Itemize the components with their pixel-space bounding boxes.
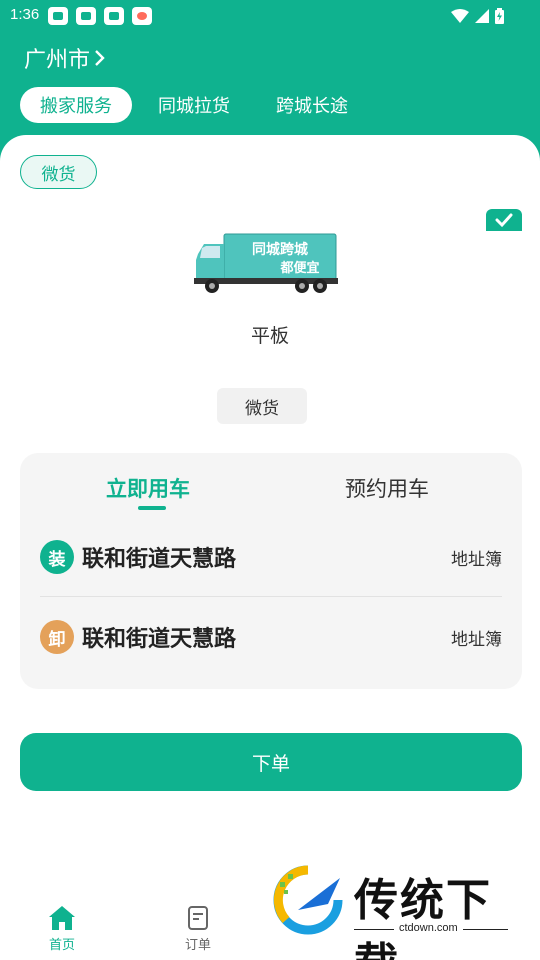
wifi-icon bbox=[451, 9, 469, 23]
truck-banner-line1: 同城跨城 bbox=[252, 241, 308, 258]
selected-check-badge bbox=[486, 209, 522, 231]
unload-address-book-link[interactable]: 地址簿 bbox=[451, 625, 502, 650]
unload-badge: 卸 bbox=[40, 620, 74, 654]
truck-icon: 同城跨城 都便宜 bbox=[194, 233, 338, 293]
car-app-icon bbox=[48, 7, 68, 25]
truck-image[interactable]: 同城跨城 都便宜 bbox=[190, 230, 340, 298]
tab-immediate[interactable]: 立即用车 bbox=[106, 473, 190, 503]
notification-icons bbox=[48, 7, 152, 25]
load-address-row[interactable]: 装 联和街道天慧路 地址簿 bbox=[40, 537, 502, 577]
vehicle-type-chip[interactable]: 微货 bbox=[217, 388, 307, 424]
watermark-logo-icon bbox=[273, 865, 343, 935]
vehicle-name: 平板 bbox=[250, 325, 289, 347]
car-app-icon bbox=[76, 7, 96, 25]
unload-address[interactable]: 联和街道天慧路 bbox=[82, 621, 451, 653]
status-time: 1:36 bbox=[10, 6, 40, 23]
tab-long-distance[interactable]: 跨城长途 bbox=[256, 87, 368, 123]
tab-moving[interactable]: 搬家服务 bbox=[20, 87, 132, 123]
nav-orders-label: 订单 bbox=[185, 938, 212, 953]
main-card: 微货 同城跨城 都便宜 平板 微货 立即用车 预约用车 装 联和街道天慧路 地址… bbox=[0, 135, 540, 960]
divider bbox=[40, 596, 502, 597]
system-icons bbox=[451, 8, 504, 24]
vehicle-category-chip[interactable]: 微货 bbox=[20, 155, 97, 189]
order-list-icon bbox=[188, 906, 208, 930]
signal-icon bbox=[475, 9, 489, 23]
load-badge: 装 bbox=[40, 540, 74, 574]
nav-home-label: 首页 bbox=[48, 938, 75, 953]
status-bar: 1:36 bbox=[0, 0, 540, 32]
watermark-url: ctdown.com bbox=[394, 922, 463, 934]
battery-icon bbox=[495, 8, 504, 24]
city-label: 广州市 bbox=[24, 48, 91, 73]
watermark: 传统下载 ctdown.com bbox=[268, 860, 518, 960]
tab-same-city[interactable]: 同城拉货 bbox=[138, 87, 250, 123]
chevron-right-icon bbox=[95, 50, 105, 66]
unload-address-row[interactable]: 卸 联和街道天慧路 地址簿 bbox=[40, 617, 502, 657]
nav-orders[interactable]: 订单 bbox=[185, 905, 211, 953]
service-tabs: 搬家服务 同城拉货 跨城长途 bbox=[20, 87, 374, 123]
car-app-icon bbox=[104, 7, 124, 25]
load-address-book-link[interactable]: 地址簿 bbox=[451, 545, 502, 570]
check-icon bbox=[495, 213, 513, 228]
truck-banner-line2: 都便宜 bbox=[279, 260, 319, 276]
home-icon bbox=[49, 906, 75, 930]
tab-scheduled[interactable]: 预约用车 bbox=[345, 473, 429, 503]
city-selector[interactable]: 广州市 bbox=[24, 42, 106, 74]
load-address[interactable]: 联和街道天慧路 bbox=[82, 541, 451, 573]
booking-panel: 立即用车 预约用车 装 联和街道天慧路 地址簿 卸 联和街道天慧路 地址簿 bbox=[20, 453, 522, 689]
health-app-icon bbox=[132, 7, 152, 25]
nav-home[interactable]: 首页 bbox=[48, 905, 76, 953]
active-tab-indicator bbox=[138, 506, 166, 510]
watermark-brand: 传统下载 bbox=[354, 875, 492, 960]
place-order-button[interactable]: 下单 bbox=[20, 733, 522, 791]
